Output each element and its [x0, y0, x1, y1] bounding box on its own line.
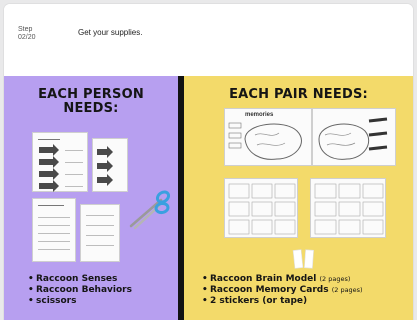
memory-cards-grid	[228, 183, 296, 235]
step-card: Step 02/20 Get your supplies. EACH PERSO…	[4, 4, 413, 320]
step-header: Step 02/20 Get your supplies.	[4, 4, 413, 74]
step-indicator: Step 02/20	[18, 26, 36, 42]
raccoon-memory-cards-thumbnail-2	[310, 178, 386, 238]
brain-illustration-right	[318, 117, 388, 160]
list-item: • scissors	[28, 296, 77, 306]
scissors-icon	[129, 190, 171, 230]
list-item: • Raccoon Behaviors	[28, 285, 132, 295]
step-label: Step	[18, 26, 33, 33]
supplies-panels: EACH PERSON NEEDS: • Raccoon Senses • Ra…	[4, 76, 413, 320]
each-person-heading: EACH PERSON NEEDS:	[38, 87, 144, 116]
each-person-list: • Raccoon Senses • Raccoon Behaviors • scis…	[28, 274, 132, 307]
raccoon-behaviors-worksheet-thumbnail	[32, 198, 76, 262]
list-item: • Raccoon Memory Cards (2 pages)	[202, 285, 363, 295]
sticker-icon	[292, 249, 314, 269]
list-item: • 2 stickers (or tape)	[202, 296, 308, 306]
list-item: • Raccoon Senses	[28, 274, 118, 284]
raccoon-brain-model-thumbnail-2	[312, 108, 396, 166]
memory-cards-grid-2	[314, 183, 384, 235]
raccoon-memory-cards-thumbnail	[224, 178, 298, 238]
raccoon-senses-worksheet-thumbnail	[32, 132, 88, 192]
step-title: Get your supplies.	[78, 28, 143, 37]
each-person-panel: EACH PERSON NEEDS: • Raccoon Senses • Ra…	[4, 76, 178, 320]
each-pair-panel: EACH PAIR NEEDS: memories • Raccoon Brai…	[184, 76, 413, 320]
brain-illustration-left	[228, 122, 302, 160]
raccoon-behaviors-worksheet-thumbnail-2	[80, 204, 120, 262]
raccoon-senses-worksheet-thumbnail-2	[92, 138, 128, 192]
raccoon-brain-model-thumbnail: memories	[224, 108, 312, 166]
each-pair-list: • Raccoon Brain Model (2 pages) • Raccoon …	[202, 274, 363, 307]
list-item: • Raccoon Brain Model (2 pages)	[202, 274, 351, 284]
each-pair-heading: EACH PAIR NEEDS:	[229, 87, 368, 102]
step-number: 02/20	[18, 34, 36, 41]
